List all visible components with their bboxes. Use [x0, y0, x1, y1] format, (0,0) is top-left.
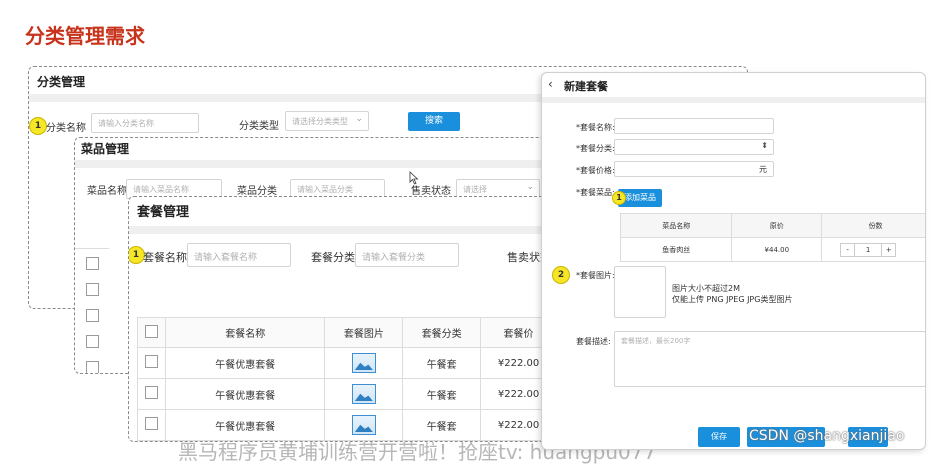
qty-input[interactable]: 1 — [855, 244, 881, 256]
csdn-watermark: CSDN @shangxianjiao — [749, 428, 905, 444]
setmeal-category-cell: 午餐套 — [402, 409, 482, 441]
table-header: 套餐名称 套餐图片 套餐分类 套餐价 — [137, 317, 547, 348]
image-hint-size: 图片大小不超过2M — [672, 284, 740, 293]
setmeal-category-cell: 午餐套 — [402, 378, 482, 410]
search-button[interactable]: 搜索 — [408, 112, 460, 131]
table-row: 鱼香肉丝 ¥44.00 - 1 + — [619, 237, 925, 262]
image-upload-box[interactable] — [614, 266, 666, 318]
table-row[interactable]: 午餐优惠套餐 午餐套 ¥222.00 — [137, 347, 547, 379]
setmeal-dishes-label: *套餐菜品: — [576, 188, 615, 197]
setmeal-panel: 套餐管理 1 套餐名称 请输入套餐名称 套餐分类 请输入套餐分类 售卖状态 套餐… — [128, 196, 548, 442]
row-checkbox[interactable] — [144, 417, 158, 430]
row-checkbox[interactable] — [86, 257, 99, 270]
category-name-label: 分类名称 — [46, 123, 86, 134]
setmeal-image-label: *套餐图片: — [576, 271, 615, 280]
panel-title: 分类管理 — [37, 75, 86, 89]
setmeal-name-field[interactable] — [614, 118, 774, 134]
setmeal-name-cell: 午餐优惠套餐 — [164, 409, 326, 441]
setmeal-category-label: *套餐分类: — [576, 144, 615, 153]
image-icon — [351, 384, 376, 404]
minus-button[interactable]: - — [841, 243, 856, 256]
row-checkbox[interactable] — [86, 283, 99, 296]
select-all-checkbox[interactable] — [144, 324, 158, 338]
dish-category-label: 菜品分类 — [237, 186, 277, 197]
col-header: 套餐价 — [480, 317, 547, 348]
setmeal-image-cell — [324, 409, 404, 441]
setmeal-table: 套餐名称 套餐图片 套餐分类 套餐价 午餐优惠套餐 午餐套 ¥222.00 午餐… — [137, 317, 547, 441]
setmeal-price-label: *套餐价格: — [576, 166, 615, 175]
category-type-select[interactable]: 请选择分类类型 — [285, 111, 369, 131]
row-checkbox[interactable] — [86, 335, 99, 348]
col-header: 套餐分类 — [402, 317, 482, 348]
setmeal-price-cell: ¥222.00 — [480, 378, 547, 410]
cursor-icon — [409, 171, 419, 185]
checkbox-cell — [137, 409, 166, 441]
panel-title: 套餐管理 — [137, 205, 190, 220]
row-checkbox[interactable] — [144, 355, 158, 368]
row-checkbox[interactable] — [144, 386, 158, 399]
qty-stepper: - 1 + — [840, 242, 897, 257]
setmeal-price-cell: ¥222.00 — [480, 347, 547, 379]
col-header: 套餐名称 — [164, 317, 326, 348]
save-button[interactable]: 保存 — [698, 427, 740, 447]
setmeal-desc-label: 套餐描述: — [576, 337, 611, 346]
table-header: 菜品名称 原价 份数 — [619, 213, 925, 238]
header-checkbox-cell — [137, 317, 166, 348]
setmeal-desc-textarea[interactable]: 套餐描述，最长200字 — [614, 331, 925, 387]
chevron-left-icon[interactable]: ‹ — [548, 77, 553, 91]
setmeal-price-field[interactable]: 元 — [614, 161, 774, 177]
new-setmeal-dialog: ‹ 新建套餐 *套餐名称: *套餐分类: ⬍ *套餐价格: 元 *套餐菜品: 添… — [541, 72, 926, 450]
dish-price-cell: ¥44.00 — [731, 237, 823, 262]
badge-1: 1 — [29, 117, 47, 135]
table-row[interactable]: 午餐优惠套餐 午餐套 ¥222.00 — [137, 378, 547, 410]
setmeal-category-select[interactable]: ⬍ — [614, 139, 774, 155]
setmeal-category-input[interactable]: 请输入套餐分类 — [355, 243, 459, 267]
setmeal-name-label: 套餐名称 — [143, 251, 187, 264]
divider — [75, 160, 593, 168]
checkbox-cell — [137, 347, 166, 379]
image-icon — [351, 415, 376, 435]
divider — [542, 97, 925, 103]
select-arrow-icon: ⬍ — [761, 141, 768, 150]
col-header: 菜品名称 — [619, 213, 733, 238]
row-checkbox[interactable] — [86, 361, 99, 373]
col-header: 套餐图片 — [324, 317, 404, 348]
setmeal-name-label: *套餐名称: — [576, 123, 615, 132]
panel-title: 菜品管理 — [81, 142, 130, 156]
category-name-input[interactable]: 请输入分类名称 — [91, 113, 199, 133]
setmeal-name-cell: 午餐优惠套餐 — [164, 347, 326, 379]
dish-name-cell: 鱼香肉丝 — [619, 237, 733, 262]
slide-title: 分类管理需求 — [25, 24, 145, 48]
image-icon — [351, 353, 376, 373]
setmeal-category-cell: 午餐套 — [402, 347, 482, 379]
plus-button[interactable]: + — [881, 243, 895, 256]
table-row[interactable]: 午餐优惠套餐 午餐套 ¥222.00 — [137, 409, 547, 441]
dish-table-edge — [75, 248, 109, 373]
col-header: 原价 — [731, 213, 823, 238]
row-checkbox[interactable] — [86, 309, 99, 322]
badge-2: 2 — [552, 266, 570, 284]
setmeal-image-cell — [324, 347, 404, 379]
category-type-label: 分类类型 — [239, 121, 279, 132]
dish-name-label: 菜品名称 — [87, 186, 127, 197]
badge-1: 1 — [612, 191, 626, 205]
col-header: 份数 — [821, 213, 925, 238]
divider — [129, 226, 547, 234]
setmeal-name-input[interactable]: 请输入套餐名称 — [187, 243, 291, 267]
dish-table: 菜品名称 原价 份数 鱼香肉丝 ¥44.00 - 1 + — [619, 213, 925, 262]
dialog-title: 新建套餐 — [564, 80, 608, 93]
price-unit: 元 — [759, 165, 767, 174]
setmeal-name-cell: 午餐优惠套餐 — [164, 378, 326, 410]
setmeal-price-cell: ¥222.00 — [480, 409, 547, 441]
image-hint-types: 仅能上传 PNG JPEG JPG类型图片 — [672, 295, 793, 304]
checkbox-cell — [137, 378, 166, 410]
dish-qty-cell: - 1 + — [821, 237, 925, 262]
setmeal-category-label: 套餐分类 — [311, 251, 355, 264]
setmeal-image-cell — [324, 378, 404, 410]
